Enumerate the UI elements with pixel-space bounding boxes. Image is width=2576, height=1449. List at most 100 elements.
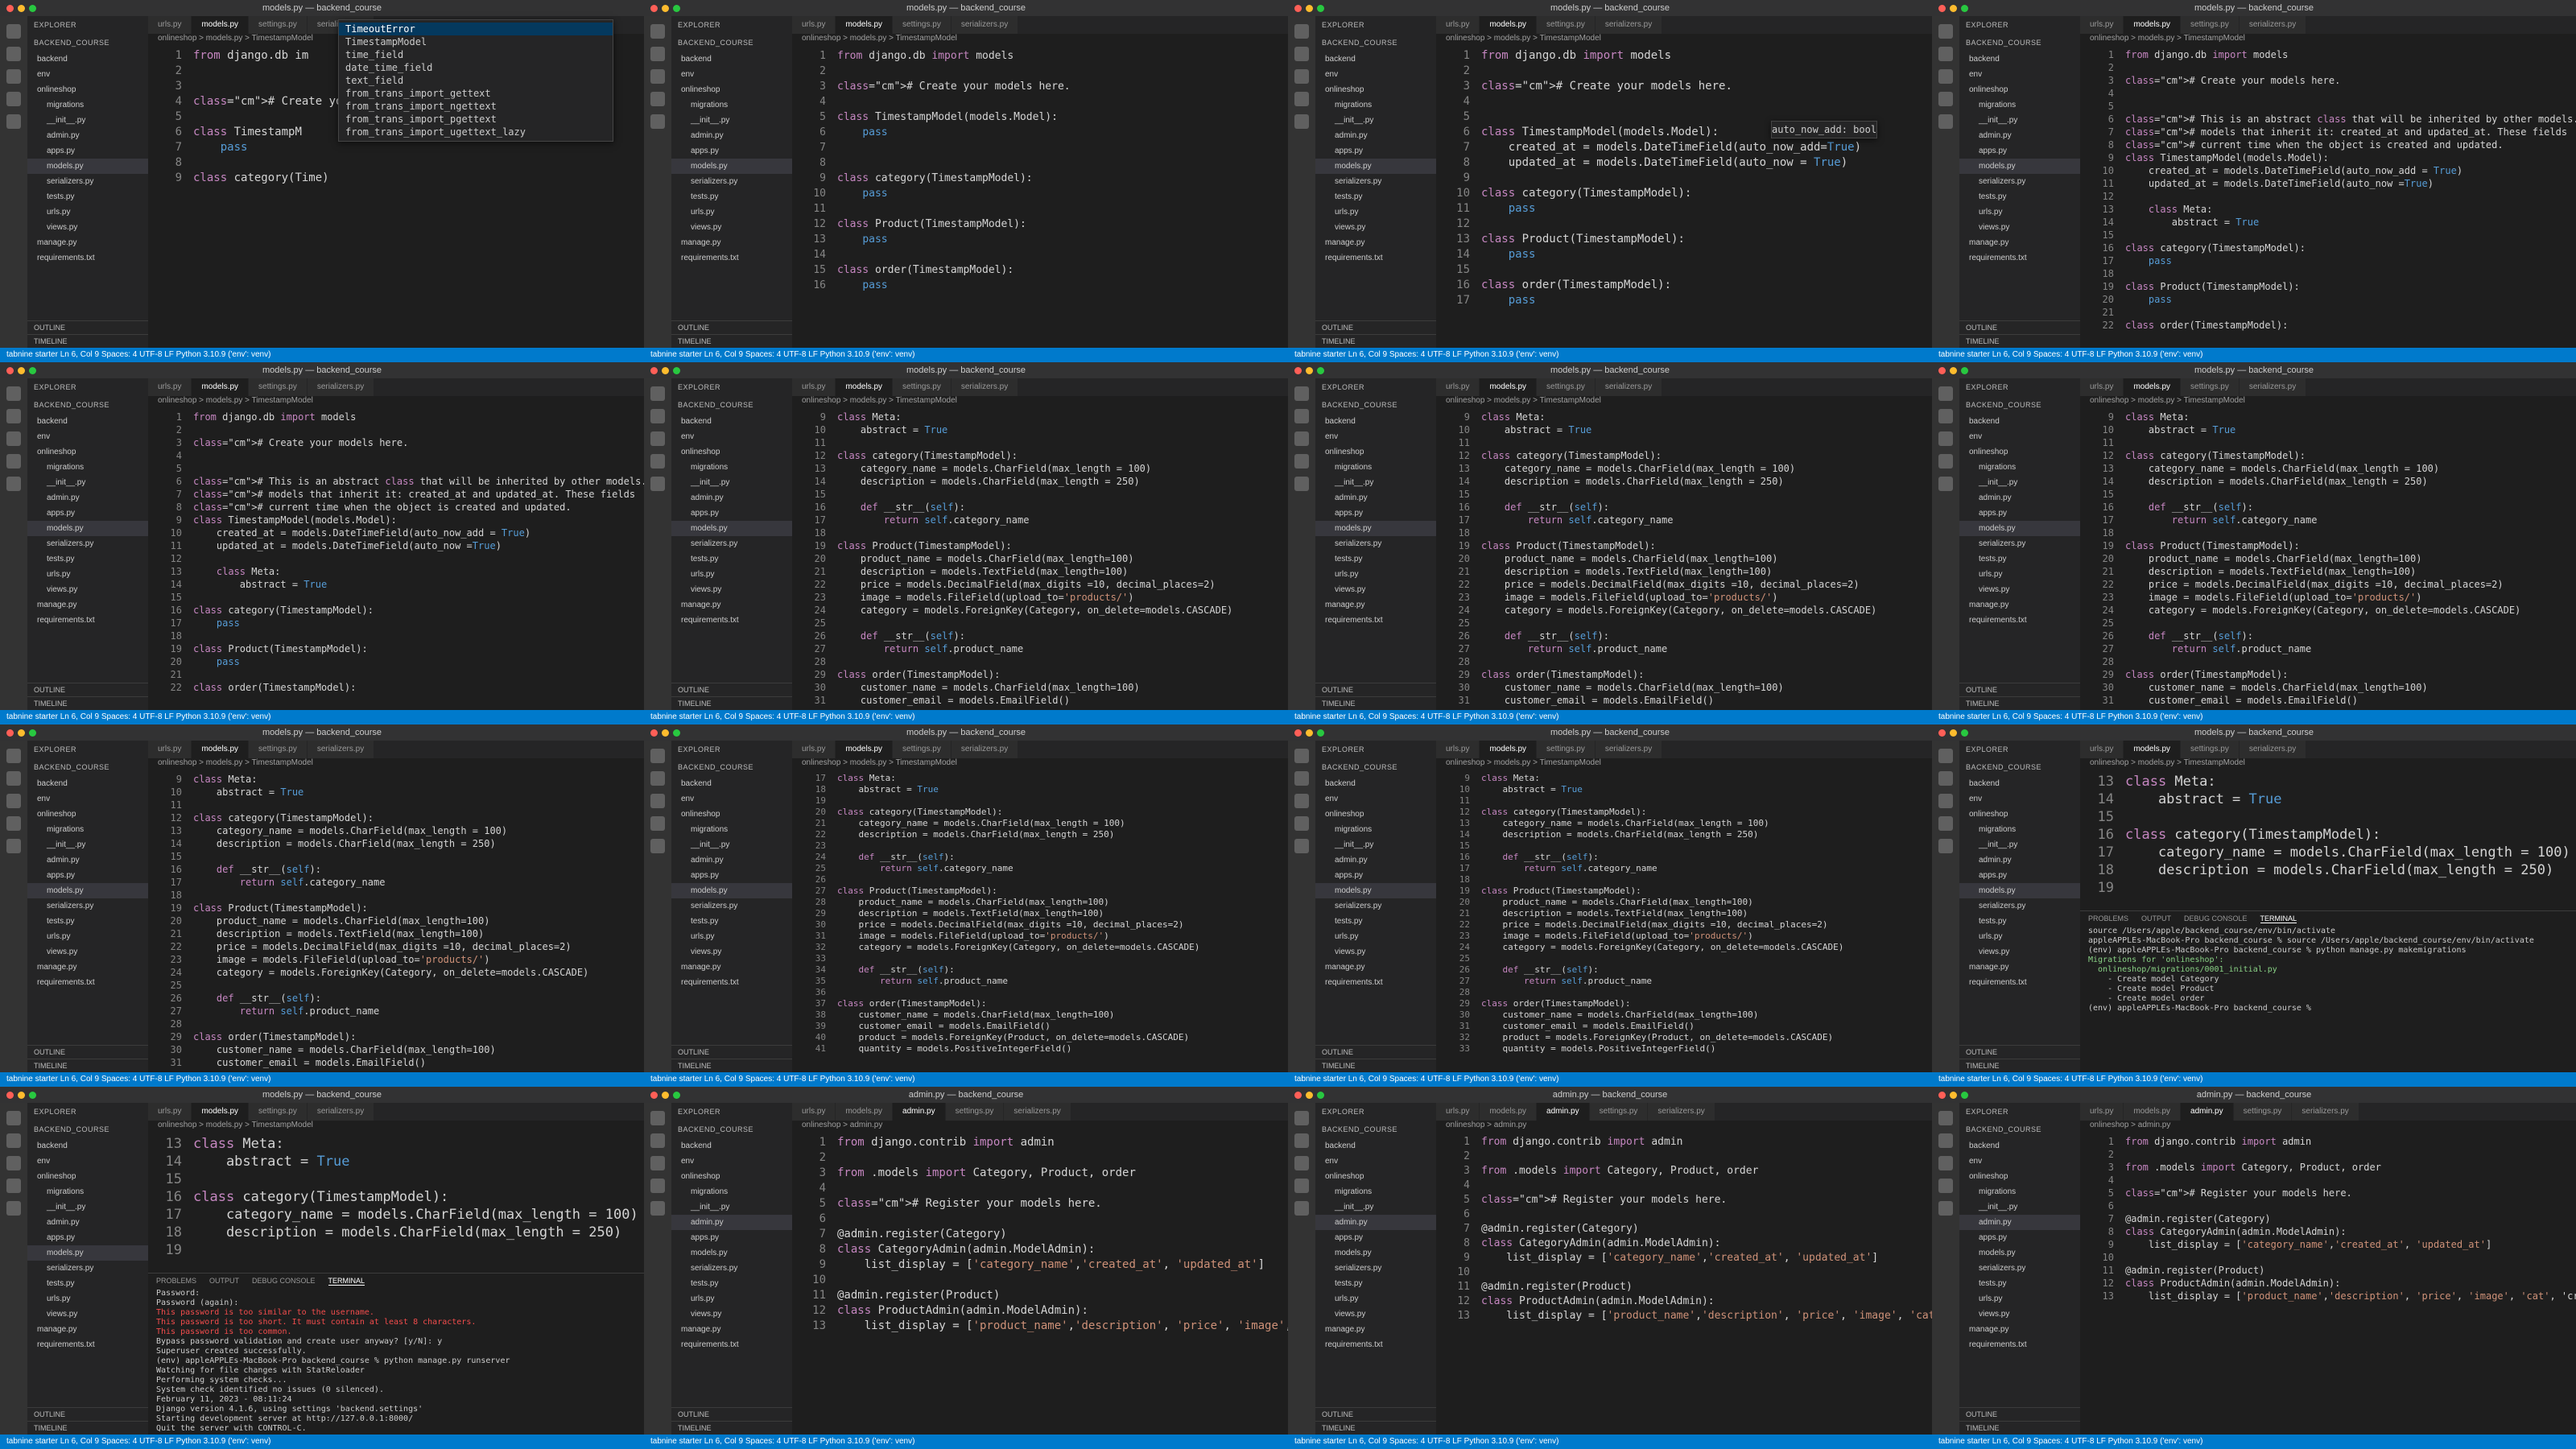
file-tree-item[interactable]: models.py: [27, 883, 148, 898]
file-tree-item[interactable]: manage.py: [1315, 597, 1436, 613]
code-line[interactable]: 20 product_name = models.CharField(max_l…: [792, 552, 1288, 565]
timeline-section[interactable]: TIMELINE: [671, 1059, 792, 1072]
code-line[interactable]: 15: [792, 488, 1288, 501]
file-tree-item[interactable]: migrations: [671, 460, 792, 475]
file-tree-item[interactable]: migrations: [27, 1184, 148, 1199]
file-tree-item[interactable]: onlineshop: [1315, 82, 1436, 97]
file-tree-item[interactable]: migrations: [1959, 822, 2080, 837]
autocomplete-item[interactable]: from_trans_import_gettext: [339, 87, 613, 100]
tab-urls-py[interactable]: urls.py: [148, 1103, 192, 1121]
file-tree-item[interactable]: env: [1959, 429, 2080, 444]
file-tree-item[interactable]: models.py: [1315, 159, 1436, 174]
file-tree-item[interactable]: env: [671, 67, 792, 82]
file-tree-item[interactable]: models.py: [1959, 521, 2080, 536]
file-tree-item[interactable]: backend: [1315, 414, 1436, 429]
code-line[interactable]: 36: [792, 987, 1288, 998]
code-line[interactable]: 2: [148, 423, 644, 436]
code-line[interactable]: 14 description = models.CharField(max_le…: [148, 837, 644, 850]
file-tree-item[interactable]: tests.py: [671, 551, 792, 567]
zoom-window-button[interactable]: [673, 1092, 680, 1099]
file-tree-item[interactable]: models.py: [1315, 1245, 1436, 1261]
code-line[interactable]: 17 pass: [2080, 254, 2576, 267]
code-line[interactable]: 27 return self.product_name: [792, 642, 1288, 655]
search-icon[interactable]: [1938, 47, 1953, 61]
breadcrumb[interactable]: onlineshop > models.py > TimestampModel: [2080, 34, 2576, 47]
file-tree-item[interactable]: __init__.py: [671, 1199, 792, 1215]
breadcrumb[interactable]: onlineshop > admin.py: [1436, 1121, 1932, 1133]
code-line[interactable]: 16 class category(TimestampModel):: [2080, 242, 2576, 254]
file-tree-item[interactable]: views.py: [1959, 220, 2080, 235]
file-tree-item[interactable]: urls.py: [671, 929, 792, 944]
file-tree-item[interactable]: views.py: [1315, 1307, 1436, 1322]
file-tree-item[interactable]: env: [1959, 67, 2080, 82]
code-line[interactable]: 19 class Product(TimestampModel):: [148, 642, 644, 655]
code-line[interactable]: 7 @admin.register(Category): [1436, 1222, 1932, 1236]
breadcrumb[interactable]: onlineshop > models.py > TimestampModel: [148, 1121, 644, 1133]
file-tree-item[interactable]: onlineshop: [27, 807, 148, 822]
file-tree-item[interactable]: __init__.py: [1959, 113, 2080, 128]
panel-tab[interactable]: TERMINAL: [2260, 914, 2297, 923]
run-debug-icon[interactable]: [650, 92, 665, 106]
minimize-window-button[interactable]: [1306, 1092, 1313, 1099]
code-line[interactable]: 12: [1436, 217, 1932, 232]
files-icon[interactable]: [1938, 749, 1953, 763]
tab-settings-py[interactable]: settings.py: [2181, 16, 2240, 34]
file-tree-item[interactable]: requirements.txt: [1315, 975, 1436, 990]
source-control-icon[interactable]: [6, 794, 21, 808]
tab-settings-py[interactable]: settings.py: [945, 1103, 1005, 1121]
file-tree-item[interactable]: admin.py: [27, 1215, 148, 1230]
code-line[interactable]: 20 product_name = models.CharField(max_l…: [2080, 552, 2576, 565]
code-line[interactable]: 19 class Product(TimestampModel):: [2080, 280, 2576, 293]
files-icon[interactable]: [650, 386, 665, 401]
file-tree-item[interactable]: onlineshop: [671, 807, 792, 822]
file-tree-item[interactable]: requirements.txt: [671, 613, 792, 628]
tab-models-py[interactable]: models.py: [192, 16, 250, 34]
file-tree-item[interactable]: env: [1315, 429, 1436, 444]
tab-settings-py[interactable]: settings.py: [1537, 741, 1596, 758]
outline-section[interactable]: OUTLINE: [671, 683, 792, 696]
zoom-window-button[interactable]: [1961, 729, 1968, 737]
code-line[interactable]: 25: [1436, 617, 1932, 630]
zoom-window-button[interactable]: [1317, 729, 1324, 737]
file-tree-item[interactable]: tests.py: [1315, 551, 1436, 567]
code-line[interactable]: 19: [792, 795, 1288, 807]
traffic-lights[interactable]: [650, 729, 680, 737]
breadcrumb[interactable]: onlineshop > admin.py: [792, 1121, 1288, 1133]
code-line[interactable]: 8: [148, 155, 644, 171]
search-icon[interactable]: [6, 771, 21, 786]
code-line[interactable]: 14 description = models.CharField(max_le…: [2080, 475, 2576, 488]
code-line[interactable]: 6: [2080, 1199, 2576, 1212]
file-tree-item[interactable]: serializers.py: [1959, 1261, 2080, 1276]
code-line[interactable]: 26 def __str__(self):: [792, 630, 1288, 642]
file-tree-item[interactable]: requirements.txt: [1315, 1337, 1436, 1352]
file-tree-item[interactable]: migrations: [671, 97, 792, 113]
file-tree-item[interactable]: urls.py: [1959, 929, 2080, 944]
close-window-button[interactable]: [6, 367, 14, 374]
file-tree-item[interactable]: __init__.py: [1959, 1199, 2080, 1215]
file-tree-item[interactable]: env: [27, 67, 148, 82]
tab-serializers-py[interactable]: serializers.py: [2239, 16, 2307, 34]
file-tree-item[interactable]: backend: [1959, 776, 2080, 791]
code-line[interactable]: 7 class="cm"># models that inherit it: cr…: [148, 488, 644, 501]
file-tree-item[interactable]: apps.py: [27, 506, 148, 521]
file-tree-item[interactable]: serializers.py: [1959, 898, 2080, 914]
code-line[interactable]: 18: [148, 889, 644, 902]
close-window-button[interactable]: [6, 729, 14, 737]
file-tree-item[interactable]: requirements.txt: [1959, 250, 2080, 266]
search-icon[interactable]: [650, 409, 665, 423]
file-tree-item[interactable]: admin.py: [27, 852, 148, 868]
tab-models-py[interactable]: models.py: [836, 16, 894, 34]
code-line[interactable]: 31 customer_email = models.EmailField(): [1436, 694, 1932, 707]
tab-models-py[interactable]: models.py: [1480, 741, 1538, 758]
file-tree-item[interactable]: __init__.py: [27, 837, 148, 852]
run-debug-icon[interactable]: [1938, 1179, 1953, 1193]
file-tree-item[interactable]: onlineshop: [27, 1169, 148, 1184]
file-tree-item[interactable]: apps.py: [1315, 506, 1436, 521]
file-tree-item[interactable]: migrations: [1315, 822, 1436, 837]
code-line[interactable]: 17 return self.category_name: [2080, 514, 2576, 526]
code-line[interactable]: 16 def __str__(self):: [148, 863, 644, 876]
code-line[interactable]: 22 price = models.DecimalField(max_digit…: [148, 940, 644, 953]
code-line[interactable]: 16 class order(TimestampModel):: [1436, 278, 1932, 293]
file-tree-item[interactable]: env: [1315, 67, 1436, 82]
code-line[interactable]: 11: [792, 201, 1288, 217]
